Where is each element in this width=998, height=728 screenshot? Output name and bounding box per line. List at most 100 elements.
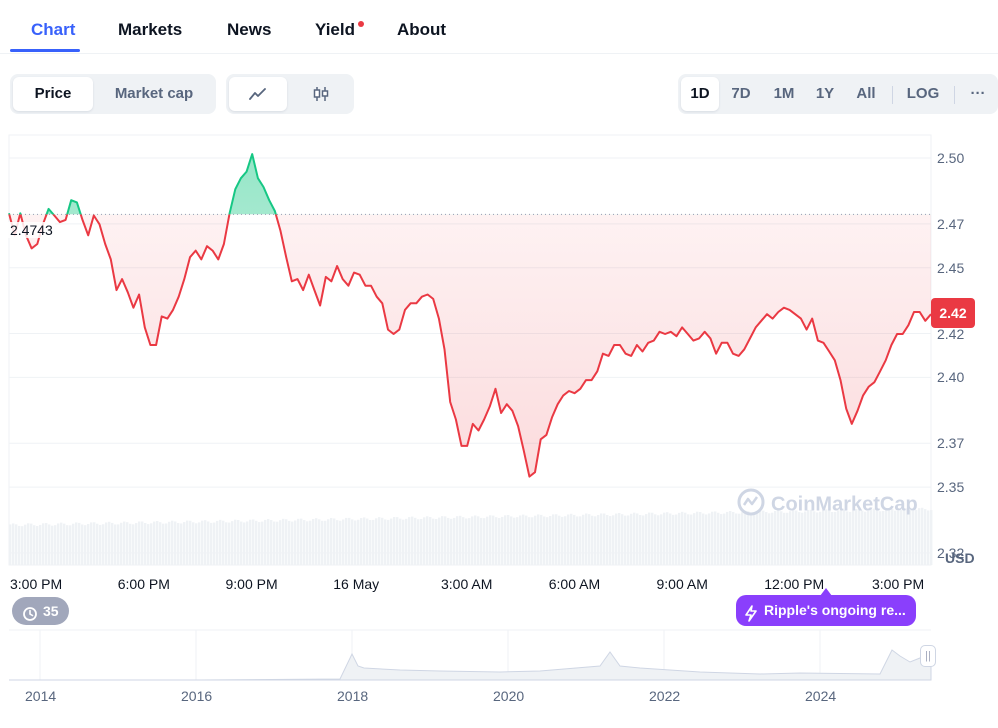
volume-bar — [378, 517, 381, 565]
range-1y-button[interactable]: 1Y — [806, 77, 844, 111]
history-events-button[interactable]: 35 — [12, 597, 69, 625]
history-count: 35 — [43, 603, 59, 619]
volume-bar — [621, 514, 624, 565]
x-tick-label: 6:00 AM — [548, 576, 601, 592]
event-pointer-icon — [820, 588, 832, 596]
volume-bar — [90, 522, 93, 565]
range-all-button[interactable]: All — [847, 77, 885, 111]
volume-bar — [450, 518, 453, 565]
volume-bar — [345, 517, 348, 565]
volume-bar — [81, 524, 84, 565]
current-price-tag: 2.42 — [931, 298, 975, 328]
volume-bar — [699, 511, 702, 565]
volume-bar — [354, 520, 357, 565]
volume-bar — [717, 512, 720, 565]
volume-bar — [207, 521, 210, 565]
price-button[interactable]: Price — [13, 77, 93, 111]
market-cap-button[interactable]: Market cap — [98, 77, 210, 111]
tab-chart[interactable]: Chart — [31, 20, 75, 40]
volume-bar — [309, 520, 312, 565]
volume-bar — [573, 514, 576, 565]
tab-yield[interactable]: Yield — [315, 20, 355, 40]
volume-bar — [165, 523, 168, 565]
volume-bar — [420, 519, 423, 565]
tab-news[interactable]: News — [227, 20, 271, 40]
event-chip[interactable]: Ripple's ongoing re... — [736, 595, 916, 626]
line-chart-button[interactable] — [229, 77, 287, 111]
volume-bar — [603, 513, 606, 565]
candlestick-button[interactable] — [292, 77, 350, 111]
tab-markets[interactable]: Markets — [118, 20, 182, 40]
navigator-handle[interactable]: || — [920, 645, 936, 667]
volume-bar — [693, 513, 696, 565]
volume-bar — [552, 514, 555, 565]
volume-bar — [384, 519, 387, 565]
volume-bar — [348, 517, 351, 565]
volume-bar — [333, 518, 336, 565]
volume-bar — [609, 516, 612, 565]
range-1d-button[interactable]: 1D — [681, 77, 719, 111]
volume-bar — [417, 519, 420, 565]
volume-bar — [294, 520, 297, 565]
volume-bar — [624, 515, 627, 565]
x-tick-label: 16 May — [333, 576, 380, 592]
volume-bar — [138, 521, 141, 565]
volume-bar — [507, 515, 510, 565]
volume-bar — [366, 518, 369, 565]
log-scale-button[interactable]: LOG — [899, 77, 947, 111]
volume-bar — [324, 520, 327, 565]
volume-bar — [147, 524, 150, 565]
price-chart[interactable]: 2.50 2.47 2.45 2.42 2.40 2.37 2.35 2.32 3:00 PM… — [0, 130, 998, 728]
range-1m-button[interactable]: 1M — [764, 77, 804, 111]
volume-bar — [408, 517, 411, 565]
currency-label: USD — [945, 550, 975, 566]
volume-bar — [537, 514, 540, 565]
volume-bar — [660, 514, 663, 565]
volume-bar — [231, 521, 234, 565]
volume-bar — [198, 522, 201, 565]
x-tick-label: 3:00 PM — [872, 576, 925, 592]
y-tick-label: 2.37 — [937, 435, 965, 452]
volume-bar — [330, 517, 333, 565]
volume-bar — [180, 523, 183, 565]
volume-bar — [456, 516, 459, 565]
reference-price-label: 2.4743 — [8, 222, 55, 238]
volume-bar — [516, 517, 519, 565]
volume-bar — [57, 523, 60, 565]
x-tick-label: 6:00 PM — [117, 576, 170, 592]
volume-bar — [495, 517, 498, 565]
volume-bar — [369, 520, 372, 565]
more-options-button[interactable]: ··· — [962, 77, 994, 111]
volume-bar — [705, 514, 708, 565]
history-icon — [22, 603, 38, 631]
volume-bar — [534, 515, 537, 565]
volume-bar — [519, 515, 522, 565]
volume-bar — [216, 520, 219, 565]
x-tick-label: 3:00 AM — [441, 576, 493, 592]
volume-bar — [429, 517, 432, 565]
volume-bar — [726, 511, 729, 565]
range-divider — [954, 86, 955, 104]
volume-bar — [702, 513, 705, 565]
volume-bar — [261, 521, 264, 565]
volume-bar — [306, 521, 309, 565]
volume-bar — [531, 517, 534, 565]
volume-bar — [930, 510, 933, 565]
volume-bar — [120, 522, 123, 565]
volume-bar — [18, 525, 21, 565]
volume-bar — [357, 519, 360, 565]
range-7d-button[interactable]: 7D — [722, 77, 760, 111]
volume-bar — [510, 516, 513, 565]
volume-bar — [174, 521, 177, 565]
volume-bar — [498, 518, 501, 565]
volume-bar — [312, 518, 315, 565]
volume-bar — [159, 522, 162, 565]
volume-bar — [426, 516, 429, 565]
volume-bar — [459, 515, 462, 565]
volume-bar — [126, 522, 129, 565]
volume-bar — [78, 522, 81, 565]
year-tick-label: 2022 — [649, 688, 681, 704]
volume-bar — [111, 522, 114, 565]
tab-about[interactable]: About — [397, 20, 446, 40]
volume-bar — [69, 525, 72, 565]
